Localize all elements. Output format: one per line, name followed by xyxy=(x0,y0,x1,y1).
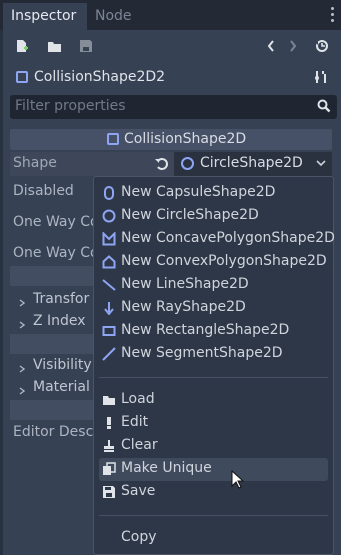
collision-shape-icon xyxy=(16,71,28,83)
menu-item-label: New RayShape2D xyxy=(121,299,246,315)
menu-item-save[interactable]: Save xyxy=(94,481,333,504)
property-label: Editor Descr xyxy=(13,424,100,440)
group-label: Material xyxy=(33,379,90,395)
revert-icon[interactable] xyxy=(154,156,170,172)
menu-separator xyxy=(99,377,328,378)
history-icon[interactable] xyxy=(315,39,329,53)
collision-shape-icon xyxy=(107,133,119,145)
chevron-right-icon xyxy=(19,384,26,395)
menu-item-label: Load xyxy=(121,391,155,407)
object-tools-icon[interactable] xyxy=(314,70,328,84)
search-icon xyxy=(317,99,331,113)
make-unique-icon xyxy=(102,462,116,476)
mouse-cursor-icon xyxy=(231,469,245,490)
circle-shape-icon xyxy=(181,157,194,170)
object-row[interactable]: CollisionShape2D2 xyxy=(3,63,341,91)
menu-item-new-convex[interactable]: New ConvexPolygonShape2D xyxy=(94,251,333,274)
convex-polygon-shape-icon xyxy=(102,255,116,269)
property-label: Shape xyxy=(13,155,57,171)
save-icon xyxy=(102,485,116,499)
chevron-right-icon xyxy=(19,362,26,373)
group-label: Z Index xyxy=(33,313,86,329)
menu-item-label: Edit xyxy=(121,414,149,430)
filter-placeholder: Filter properties xyxy=(15,98,126,114)
property-label: One Way Co xyxy=(13,214,99,230)
menu-item-label: New CircleShape2D xyxy=(121,207,259,223)
shape-value-dropdown[interactable]: CircleShape2D xyxy=(174,152,332,176)
tab-bar: Inspector Node xyxy=(0,0,341,30)
menu-item-label: New RectangleShape2D xyxy=(121,322,290,338)
object-name: CollisionShape2D2 xyxy=(34,69,166,85)
menu-item-new-capsule[interactable]: New CapsuleShape2D xyxy=(94,182,333,205)
menu-item-label: Make Unique xyxy=(121,460,212,476)
menu-item-new-concave[interactable]: New ConcavePolygonShape2D xyxy=(94,228,335,251)
shape-value-label: CircleShape2D xyxy=(200,155,303,171)
menu-item-label: New ConvexPolygonShape2D xyxy=(121,253,327,269)
property-label: One Way Co xyxy=(13,245,99,261)
chevron-right-icon xyxy=(19,318,26,329)
ray-shape-icon xyxy=(102,301,116,316)
menu-item-make-unique[interactable]: Make Unique xyxy=(99,458,328,481)
menu-item-label: Clear xyxy=(121,437,158,453)
menu-item-label: New SegmentShape2D xyxy=(121,345,283,361)
new-resource-icon[interactable] xyxy=(15,39,29,53)
clear-icon xyxy=(102,439,116,453)
group-label: Transfor xyxy=(33,291,90,307)
capsule-shape-icon xyxy=(102,186,116,200)
menu-item-edit[interactable]: Edit xyxy=(94,412,333,435)
menu-item-label: Copy xyxy=(121,529,157,545)
tab-node[interactable]: Node xyxy=(87,3,142,30)
load-icon xyxy=(102,393,116,407)
menu-item-new-segment[interactable]: New SegmentShape2D xyxy=(94,343,333,366)
menu-dots-icon[interactable] xyxy=(331,7,335,23)
circle-shape-icon xyxy=(102,209,116,223)
menu-item-clear[interactable]: Clear xyxy=(94,435,333,458)
filter-properties-input[interactable]: Filter properties xyxy=(10,95,337,119)
line-shape-icon xyxy=(102,278,116,292)
segment-shape-icon xyxy=(102,347,116,361)
menu-item-copy[interactable]: Copy xyxy=(94,527,333,550)
open-folder-icon[interactable] xyxy=(47,40,62,53)
section-header[interactable]: CollisionShape2D xyxy=(10,129,332,150)
property-shape: Shape CircleShape2D xyxy=(10,152,332,176)
concave-polygon-shape-icon xyxy=(102,231,116,246)
menu-item-new-line[interactable]: New LineShape2D xyxy=(94,274,333,297)
menu-item-label: Save xyxy=(121,483,156,499)
menu-item-label: New LineShape2D xyxy=(121,276,249,292)
chevron-down-icon xyxy=(316,157,326,167)
menu-item-load[interactable]: Load xyxy=(94,389,333,412)
chevron-right-icon xyxy=(19,296,26,307)
section-title: CollisionShape2D xyxy=(124,131,247,147)
tab-inspector[interactable]: Inspector xyxy=(3,3,87,30)
property-label: Disabled xyxy=(13,183,74,199)
shape-popup-menu: New CapsuleShape2D New CircleShape2D New… xyxy=(93,176,335,555)
forward-arrow-icon[interactable] xyxy=(289,40,297,52)
menu-item-new-rectangle[interactable]: New RectangleShape2D xyxy=(94,320,333,343)
menu-item-label: New CapsuleShape2D xyxy=(121,184,276,200)
menu-item-label: New ConcavePolygonShape2D xyxy=(121,230,335,246)
save-icon[interactable] xyxy=(79,39,93,53)
group-label: Visibility xyxy=(33,357,92,373)
rectangle-shape-icon xyxy=(102,324,116,338)
menu-item-new-circle[interactable]: New CircleShape2D xyxy=(94,205,333,228)
menu-item-new-ray[interactable]: New RayShape2D xyxy=(94,297,333,320)
menu-separator xyxy=(99,515,328,516)
back-arrow-icon[interactable] xyxy=(267,40,275,52)
edit-icon xyxy=(102,416,116,430)
